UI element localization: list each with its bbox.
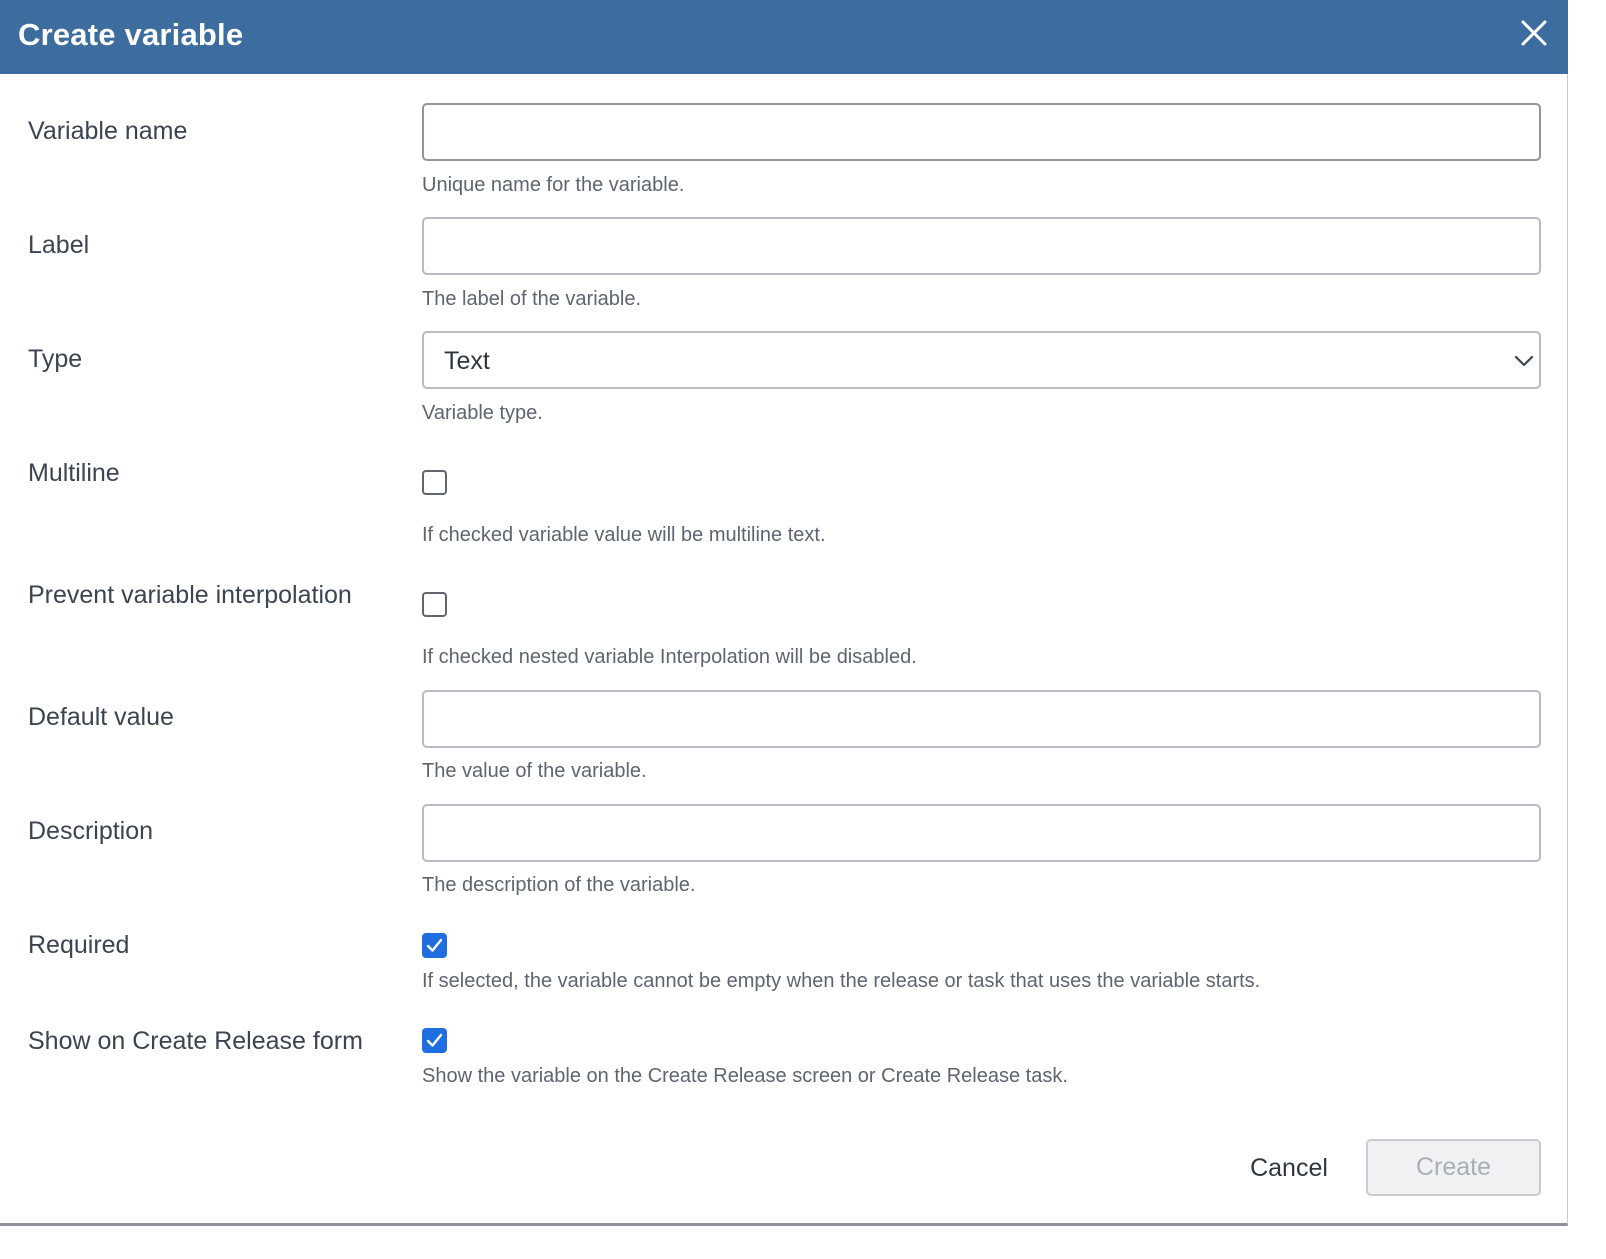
- show-on-create-release-help: Show the variable on the Create Release …: [422, 1065, 1068, 1087]
- show-on-create-release-checkbox[interactable]: [422, 1028, 447, 1053]
- multiline-label: Multiline: [28, 459, 120, 487]
- label-label: Label: [28, 231, 90, 259]
- multiline-checkbox[interactable]: [422, 470, 447, 495]
- default-value-input[interactable]: [422, 690, 1541, 748]
- type-selected-value: Text: [444, 347, 490, 375]
- multiline-help: If checked variable value will be multil…: [422, 524, 826, 546]
- required-help: If selected, the variable cannot be empt…: [422, 970, 1261, 992]
- close-button[interactable]: [1515, 16, 1553, 54]
- prevent-interpolation-label: Prevent variable interpolation: [28, 581, 352, 609]
- dialog-header: Create variable: [0, 0, 1568, 74]
- label-input[interactable]: [422, 217, 1541, 275]
- label-help: The label of the variable.: [422, 288, 642, 310]
- type-select[interactable]: Text: [422, 331, 1541, 389]
- variable-name-input[interactable]: [422, 103, 1541, 161]
- default-value-help: The value of the variable.: [422, 760, 647, 782]
- checkmark-icon: [426, 1033, 443, 1047]
- type-help: Variable type.: [422, 402, 543, 424]
- description-help: The description of the variable.: [422, 874, 696, 896]
- required-checkbox[interactable]: [422, 933, 447, 958]
- dialog-title: Create variable: [18, 17, 244, 52]
- variable-name-label: Variable name: [28, 117, 188, 145]
- cancel-button[interactable]: Cancel: [1230, 1140, 1348, 1196]
- create-button[interactable]: Create: [1366, 1139, 1541, 1196]
- description-label: Description: [28, 817, 154, 845]
- close-icon: [1521, 20, 1547, 46]
- default-value-label: Default value: [28, 703, 174, 731]
- prevent-interpolation-help: If checked nested variable Interpolation…: [422, 646, 917, 668]
- variable-name-help: Unique name for the variable.: [422, 174, 685, 196]
- create-variable-dialog: Create variable Variable name Unique nam…: [0, 0, 1568, 1226]
- required-label: Required: [28, 931, 130, 959]
- prevent-interpolation-checkbox[interactable]: [422, 592, 447, 617]
- type-label: Type: [28, 345, 83, 373]
- checkmark-icon: [426, 938, 443, 952]
- show-on-create-release-label: Show on Create Release form: [28, 1027, 363, 1055]
- description-input[interactable]: [422, 804, 1541, 862]
- chevron-down-icon: [1514, 355, 1534, 367]
